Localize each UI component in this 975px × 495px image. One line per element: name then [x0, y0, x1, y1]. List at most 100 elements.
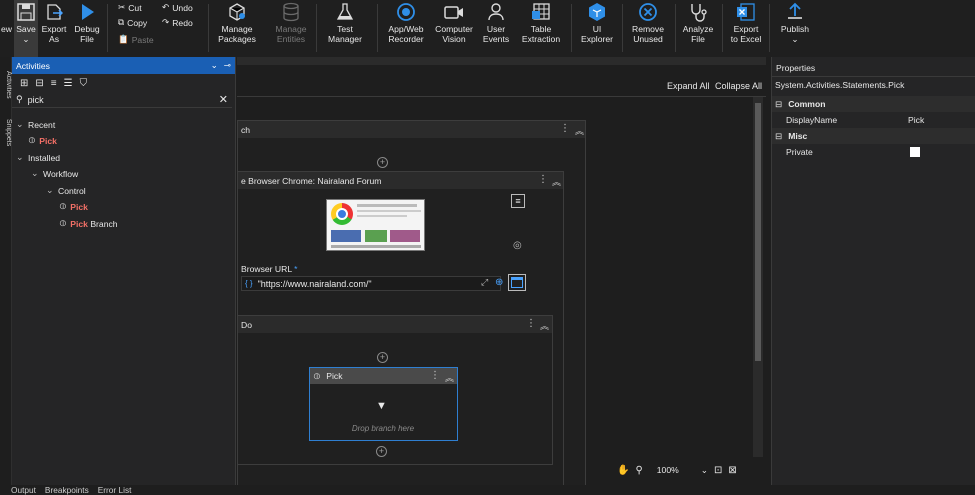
- add-activity-icon[interactable]: +: [377, 352, 388, 363]
- tree-node-control[interactable]: ⌄ Control: [46, 185, 86, 196]
- private-checkbox[interactable]: [910, 147, 920, 157]
- collapse-box-icon[interactable]: ⊟: [775, 99, 782, 110]
- collapse-icon[interactable]: ︽: [575, 124, 584, 137]
- category-misc[interactable]: ⊟ Misc: [772, 128, 975, 144]
- vertical-scrollbar[interactable]: [753, 97, 763, 457]
- tree-node-recent[interactable]: ⌄ Recent: [16, 119, 55, 130]
- chevron-down-icon[interactable]: ⌄: [211, 60, 218, 71]
- tree-node-installed[interactable]: ⌄ Installed: [16, 152, 60, 163]
- more-options-icon[interactable]: ⋮: [526, 318, 536, 329]
- ui-explorer-icon: [587, 0, 607, 24]
- scrollbar-thumb[interactable]: [755, 103, 761, 361]
- tab-activities-vertical[interactable]: Activities: [0, 71, 12, 99]
- more-options-icon[interactable]: ⋮: [430, 370, 440, 381]
- displayname-value[interactable]: Pick: [908, 115, 924, 125]
- tab-output[interactable]: Output: [11, 485, 36, 495]
- search-icon: ⚲: [16, 94, 23, 104]
- zoom-search-icon[interactable]: ⚲: [635, 465, 642, 476]
- sort-icon[interactable]: ≡: [51, 78, 57, 89]
- app-web-recorder-button[interactable]: App/Web Recorder: [383, 0, 429, 57]
- tree-node-workflow[interactable]: ⌄ Workflow: [31, 168, 78, 179]
- collapse-arrow-icon[interactable]: ⌄: [16, 152, 24, 163]
- collapse-all-icon[interactable]: ⊟: [35, 78, 43, 89]
- clear-search-icon[interactable]: ✕: [219, 93, 228, 106]
- expand-all-icon[interactable]: ⊞: [20, 78, 28, 89]
- fit-to-screen-icon[interactable]: ⊡: [714, 465, 722, 476]
- export-as-button[interactable]: Export As: [40, 0, 68, 57]
- pin-icon[interactable]: ⊸: [224, 60, 231, 71]
- remove-unused-button[interactable]: Remove Unused: [626, 0, 670, 57]
- add-activity-icon[interactable]: +: [377, 157, 388, 168]
- publish-button[interactable]: Publish ⌄: [775, 0, 815, 57]
- hand-tool-icon[interactable]: ✋: [617, 465, 629, 476]
- computer-vision-button[interactable]: Computer Vision: [432, 0, 476, 57]
- list-view-icon[interactable]: ☰: [64, 78, 73, 89]
- browser-url-value[interactable]: "https://www.nairaland.com/": [258, 279, 372, 289]
- drop-branch-hint: Drop branch here: [351, 424, 415, 433]
- tab-snippets-vertical[interactable]: Snippets: [0, 119, 12, 146]
- tab-breakpoints[interactable]: Breakpoints: [45, 485, 89, 495]
- flask-icon: [336, 0, 354, 24]
- activities-panel: Activities ⌄ ⊸ ⊞ ⊟ ≡ ☰ ⛉ ⚲ pick ✕ ⌄ Rece…: [12, 57, 236, 485]
- packages-icon: [227, 0, 247, 24]
- search-input[interactable]: pick: [28, 95, 44, 105]
- paste-button[interactable]: 📋 Paste: [118, 34, 154, 45]
- tree-item-pick[interactable]: ⦶ Pick: [60, 201, 88, 212]
- chevron-down-icon[interactable]: ⌄: [701, 465, 708, 476]
- manage-packages-button[interactable]: Manage Packages: [214, 0, 260, 57]
- property-private[interactable]: Private: [772, 144, 975, 160]
- more-options-icon[interactable]: ⋮: [538, 174, 548, 185]
- add-variable-icon[interactable]: ⊕: [495, 277, 503, 288]
- property-displayname[interactable]: DisplayName Pick: [772, 112, 975, 128]
- debug-file-button[interactable]: Debug File: [72, 0, 102, 57]
- target-icon[interactable]: ◎: [513, 240, 522, 251]
- copy-icon: ⧉: [118, 17, 125, 27]
- window-icon[interactable]: [508, 274, 526, 291]
- undo-button[interactable]: ↶ Undo: [162, 2, 193, 13]
- tab-error-list[interactable]: Error List: [98, 485, 132, 495]
- pick-activity-card[interactable]: ⦶ Pick ⋮ ︽ ▼ Drop branch here: [309, 367, 458, 441]
- new-button[interactable]: ew: [0, 0, 13, 57]
- tree-item-recent-pick[interactable]: ⦶ Pick: [29, 135, 57, 146]
- add-activity-icon[interactable]: +: [376, 446, 387, 457]
- collapse-box-icon[interactable]: ⊟: [775, 131, 782, 142]
- collapse-all-link[interactable]: Collapse All: [715, 81, 762, 91]
- browser-url-field[interactable]: { } "https://www.nairaland.com/": [241, 276, 501, 291]
- table-extraction-button[interactable]: Table Extraction: [517, 0, 565, 57]
- ui-explorer-button[interactable]: UI Explorer: [577, 0, 617, 57]
- collapse-icon[interactable]: ︽: [540, 319, 549, 332]
- browser-url-label: Browser URL *: [241, 264, 298, 274]
- filter-icon[interactable]: ⛉: [80, 78, 88, 89]
- collapse-arrow-icon[interactable]: ⌄: [16, 119, 24, 130]
- collapse-arrow-icon[interactable]: ⌄: [31, 168, 39, 179]
- expand-editor-icon[interactable]: ⤢: [481, 277, 488, 288]
- tree-item-pick-branch[interactable]: ⦶ Pick Branch: [60, 218, 118, 229]
- expand-all-link[interactable]: Expand All: [667, 81, 710, 91]
- copy-button[interactable]: ⧉ Copy: [118, 17, 147, 28]
- zoom-level[interactable]: 100%: [657, 465, 679, 475]
- menu-icon[interactable]: ≡: [511, 194, 525, 208]
- collapse-icon[interactable]: ︽: [552, 175, 561, 188]
- properties-panel: Properties System.Activities.Statements.…: [771, 57, 975, 485]
- more-options-icon[interactable]: ⋮: [560, 123, 570, 134]
- pick-activity-icon: ⦶: [29, 135, 36, 145]
- designer-header: Expand All Collapse All: [237, 75, 766, 97]
- test-manager-button[interactable]: Test Manager: [322, 0, 368, 57]
- collapse-arrow-icon[interactable]: ⌄: [46, 185, 54, 196]
- activities-search[interactable]: ⚲ pick ✕: [12, 92, 232, 108]
- workflow-designer: Expand All Collapse All ch ⋮ ︽ + e Brows…: [237, 57, 766, 490]
- cut-button[interactable]: ✂ Cut: [118, 2, 142, 13]
- do-sequence-header: Do: [238, 316, 552, 333]
- collapse-icon[interactable]: ︽: [445, 371, 454, 384]
- analyze-file-button[interactable]: Analyze File: [678, 0, 718, 57]
- manage-entities-button[interactable]: Manage Entities: [268, 0, 314, 57]
- play-icon: [78, 0, 96, 24]
- activities-title: Activities: [16, 60, 50, 71]
- redo-button[interactable]: ↷ Redo: [162, 17, 193, 28]
- save-button[interactable]: Save ⌄: [14, 0, 38, 57]
- overview-icon[interactable]: ⊠: [728, 465, 736, 476]
- user-events-button[interactable]: User Events: [477, 0, 515, 57]
- category-common[interactable]: ⊟ Common: [772, 96, 975, 112]
- drop-arrow-icon: ▼: [376, 400, 387, 412]
- export-to-excel-button[interactable]: Export to Excel: [726, 0, 766, 57]
